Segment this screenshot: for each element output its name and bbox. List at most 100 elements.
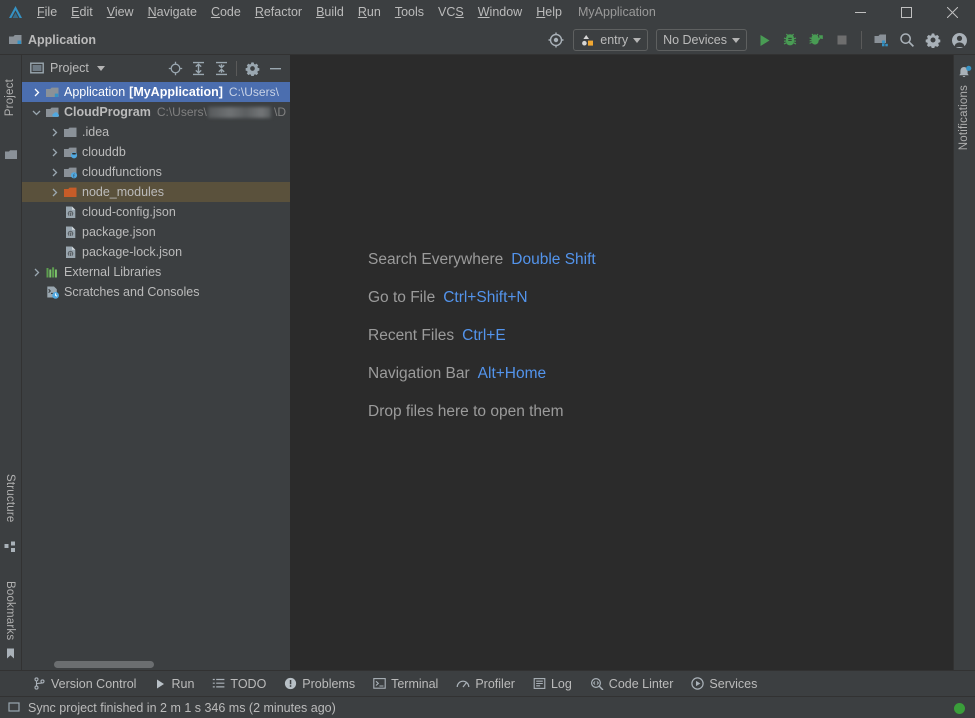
tree-node[interactable]: {} package.json bbox=[22, 222, 290, 242]
tool-window-version-control[interactable]: Version Control bbox=[24, 673, 145, 695]
tree-node[interactable]: {} cloud-config.json bbox=[22, 202, 290, 222]
expand-all-button[interactable] bbox=[187, 57, 209, 79]
todo-list-icon bbox=[212, 677, 225, 690]
menu-refactor[interactable]: Refactor bbox=[248, 0, 309, 25]
menu-vcs[interactable]: VCS bbox=[431, 0, 471, 25]
tree-node[interactable]: .idea bbox=[22, 122, 290, 142]
app-logo-icon bbox=[0, 0, 30, 25]
tree-node[interactable]: clouddb bbox=[22, 142, 290, 162]
tree-node-label: cloud-config.json bbox=[82, 205, 176, 219]
project-tree[interactable]: Application [MyApplication] C:\Users\ Cloud… bbox=[22, 81, 290, 658]
libraries-icon bbox=[44, 264, 60, 280]
branch-icon bbox=[33, 677, 46, 690]
tip-shortcut: Ctrl+E bbox=[462, 327, 506, 344]
editor-tip: Search Everywhere Double Shift bbox=[368, 251, 596, 269]
project-tree-hscrollbar[interactable] bbox=[22, 658, 290, 670]
tip-action: Go to File bbox=[368, 289, 436, 306]
tree-node[interactable]: CloudProgram C:\Users\ \D bbox=[22, 102, 290, 122]
sidebar-item-bookmarks[interactable]: Bookmarks bbox=[4, 581, 16, 640]
menu-window[interactable]: Window bbox=[471, 0, 529, 25]
chevron-right-icon[interactable] bbox=[47, 182, 62, 202]
account-button[interactable] bbox=[947, 28, 971, 52]
menu-navigate[interactable]: Navigate bbox=[141, 0, 204, 25]
chevron-right-icon[interactable] bbox=[47, 122, 62, 142]
tree-node[interactable]: Application [MyApplication] C:\Users\ bbox=[22, 82, 290, 102]
tree-node-label: Application bbox=[64, 85, 126, 99]
menu-build[interactable]: Build bbox=[309, 0, 351, 25]
select-target-icon[interactable] bbox=[544, 28, 568, 52]
menu-tools[interactable]: Tools bbox=[388, 0, 431, 25]
search-button[interactable] bbox=[895, 28, 919, 52]
chevron-down-icon bbox=[633, 37, 642, 43]
left-tool-stripe: Project Structure Bookmarks bbox=[0, 55, 22, 670]
run-configuration-label: entry bbox=[600, 33, 629, 47]
module-icon bbox=[8, 32, 23, 47]
menu-edit[interactable]: Edit bbox=[64, 0, 100, 25]
tool-window-profiler[interactable]: Profiler bbox=[447, 673, 524, 695]
ide-window: File Edit View Navigate Code Refactor Build Run… bbox=[0, 0, 975, 718]
tree-node[interactable]: Scratches and Consoles bbox=[22, 282, 290, 302]
tool-window-terminal[interactable]: Terminal bbox=[364, 673, 447, 695]
tool-window-run[interactable]: Run bbox=[145, 673, 203, 695]
right-tool-stripe: Notifications bbox=[953, 55, 975, 670]
tree-node-label: .idea bbox=[82, 125, 110, 139]
tool-window-todo[interactable]: TODO bbox=[203, 673, 275, 695]
event-log-icon[interactable] bbox=[8, 701, 21, 714]
breadcrumb-label: Application bbox=[28, 32, 97, 47]
sidebar-item-notifications[interactable]: Notifications bbox=[958, 85, 970, 150]
tree-node-label: External Libraries bbox=[64, 265, 162, 279]
breadcrumb[interactable]: Application bbox=[0, 32, 96, 47]
tool-window-label: Log bbox=[550, 676, 572, 691]
menu-file[interactable]: File bbox=[30, 0, 64, 25]
tree-node[interactable]: f cloudfunctions bbox=[22, 162, 290, 182]
project-panel-title: Project bbox=[50, 61, 89, 75]
scrollbar-thumb[interactable] bbox=[54, 661, 154, 668]
select-opened-file-button[interactable] bbox=[164, 57, 186, 79]
sidebar-item-structure[interactable]: Structure bbox=[4, 474, 16, 522]
chevron-right-icon[interactable] bbox=[47, 142, 62, 162]
json-file-icon: {} bbox=[62, 244, 78, 260]
tree-arrow-placeholder bbox=[47, 222, 62, 242]
run-configuration-selector[interactable]: entry bbox=[573, 29, 649, 51]
menu-code[interactable]: Code bbox=[204, 0, 248, 25]
project-structure-button[interactable] bbox=[869, 28, 893, 52]
chevron-right-icon[interactable] bbox=[29, 262, 44, 282]
window-close-button[interactable] bbox=[929, 0, 975, 25]
settings-button[interactable] bbox=[921, 28, 945, 52]
window-minimize-button[interactable] bbox=[837, 0, 883, 25]
chevron-right-icon[interactable] bbox=[29, 82, 44, 102]
sidebar-item-project[interactable]: Project bbox=[4, 79, 16, 116]
stop-button[interactable] bbox=[830, 28, 854, 52]
status-indicator[interactable] bbox=[954, 703, 965, 714]
tool-window-label: Services bbox=[709, 676, 758, 691]
menu-help[interactable]: Help bbox=[529, 0, 569, 25]
chevron-down-icon[interactable] bbox=[96, 65, 105, 71]
bookmarks-tool-icon bbox=[4, 647, 18, 661]
menu-view[interactable]: View bbox=[100, 0, 141, 25]
tree-node-path-suffix: \D bbox=[274, 105, 286, 119]
hide-panel-button[interactable] bbox=[264, 57, 286, 79]
collapse-all-button[interactable] bbox=[210, 57, 232, 79]
tool-window-label: Version Control bbox=[51, 676, 137, 691]
menu-run[interactable]: Run bbox=[351, 0, 388, 25]
attach-debugger-button[interactable] bbox=[804, 28, 828, 52]
tree-node[interactable]: {} package-lock.json bbox=[22, 242, 290, 262]
run-button[interactable] bbox=[752, 28, 776, 52]
debug-button[interactable] bbox=[778, 28, 802, 52]
header-separator bbox=[236, 60, 237, 76]
options-button[interactable] bbox=[241, 57, 263, 79]
device-selector[interactable]: No Devices bbox=[656, 29, 747, 51]
tool-window-services[interactable]: Services bbox=[682, 673, 766, 695]
window-controls bbox=[837, 0, 975, 25]
tool-window-label: Problems bbox=[302, 676, 356, 691]
tool-window-log[interactable]: Log bbox=[524, 673, 581, 695]
chevron-right-icon[interactable] bbox=[47, 162, 62, 182]
tree-node[interactable]: node_modules bbox=[22, 182, 290, 202]
tool-window-problems[interactable]: Problems bbox=[275, 673, 364, 695]
chevron-down-icon[interactable] bbox=[29, 102, 44, 122]
tool-window-code-linter[interactable]: Code Linter bbox=[581, 673, 683, 695]
tip-shortcut: Alt+Home bbox=[477, 365, 547, 382]
tree-node[interactable]: External Libraries bbox=[22, 262, 290, 282]
profiler-icon bbox=[456, 677, 470, 690]
window-maximize-button[interactable] bbox=[883, 0, 929, 25]
